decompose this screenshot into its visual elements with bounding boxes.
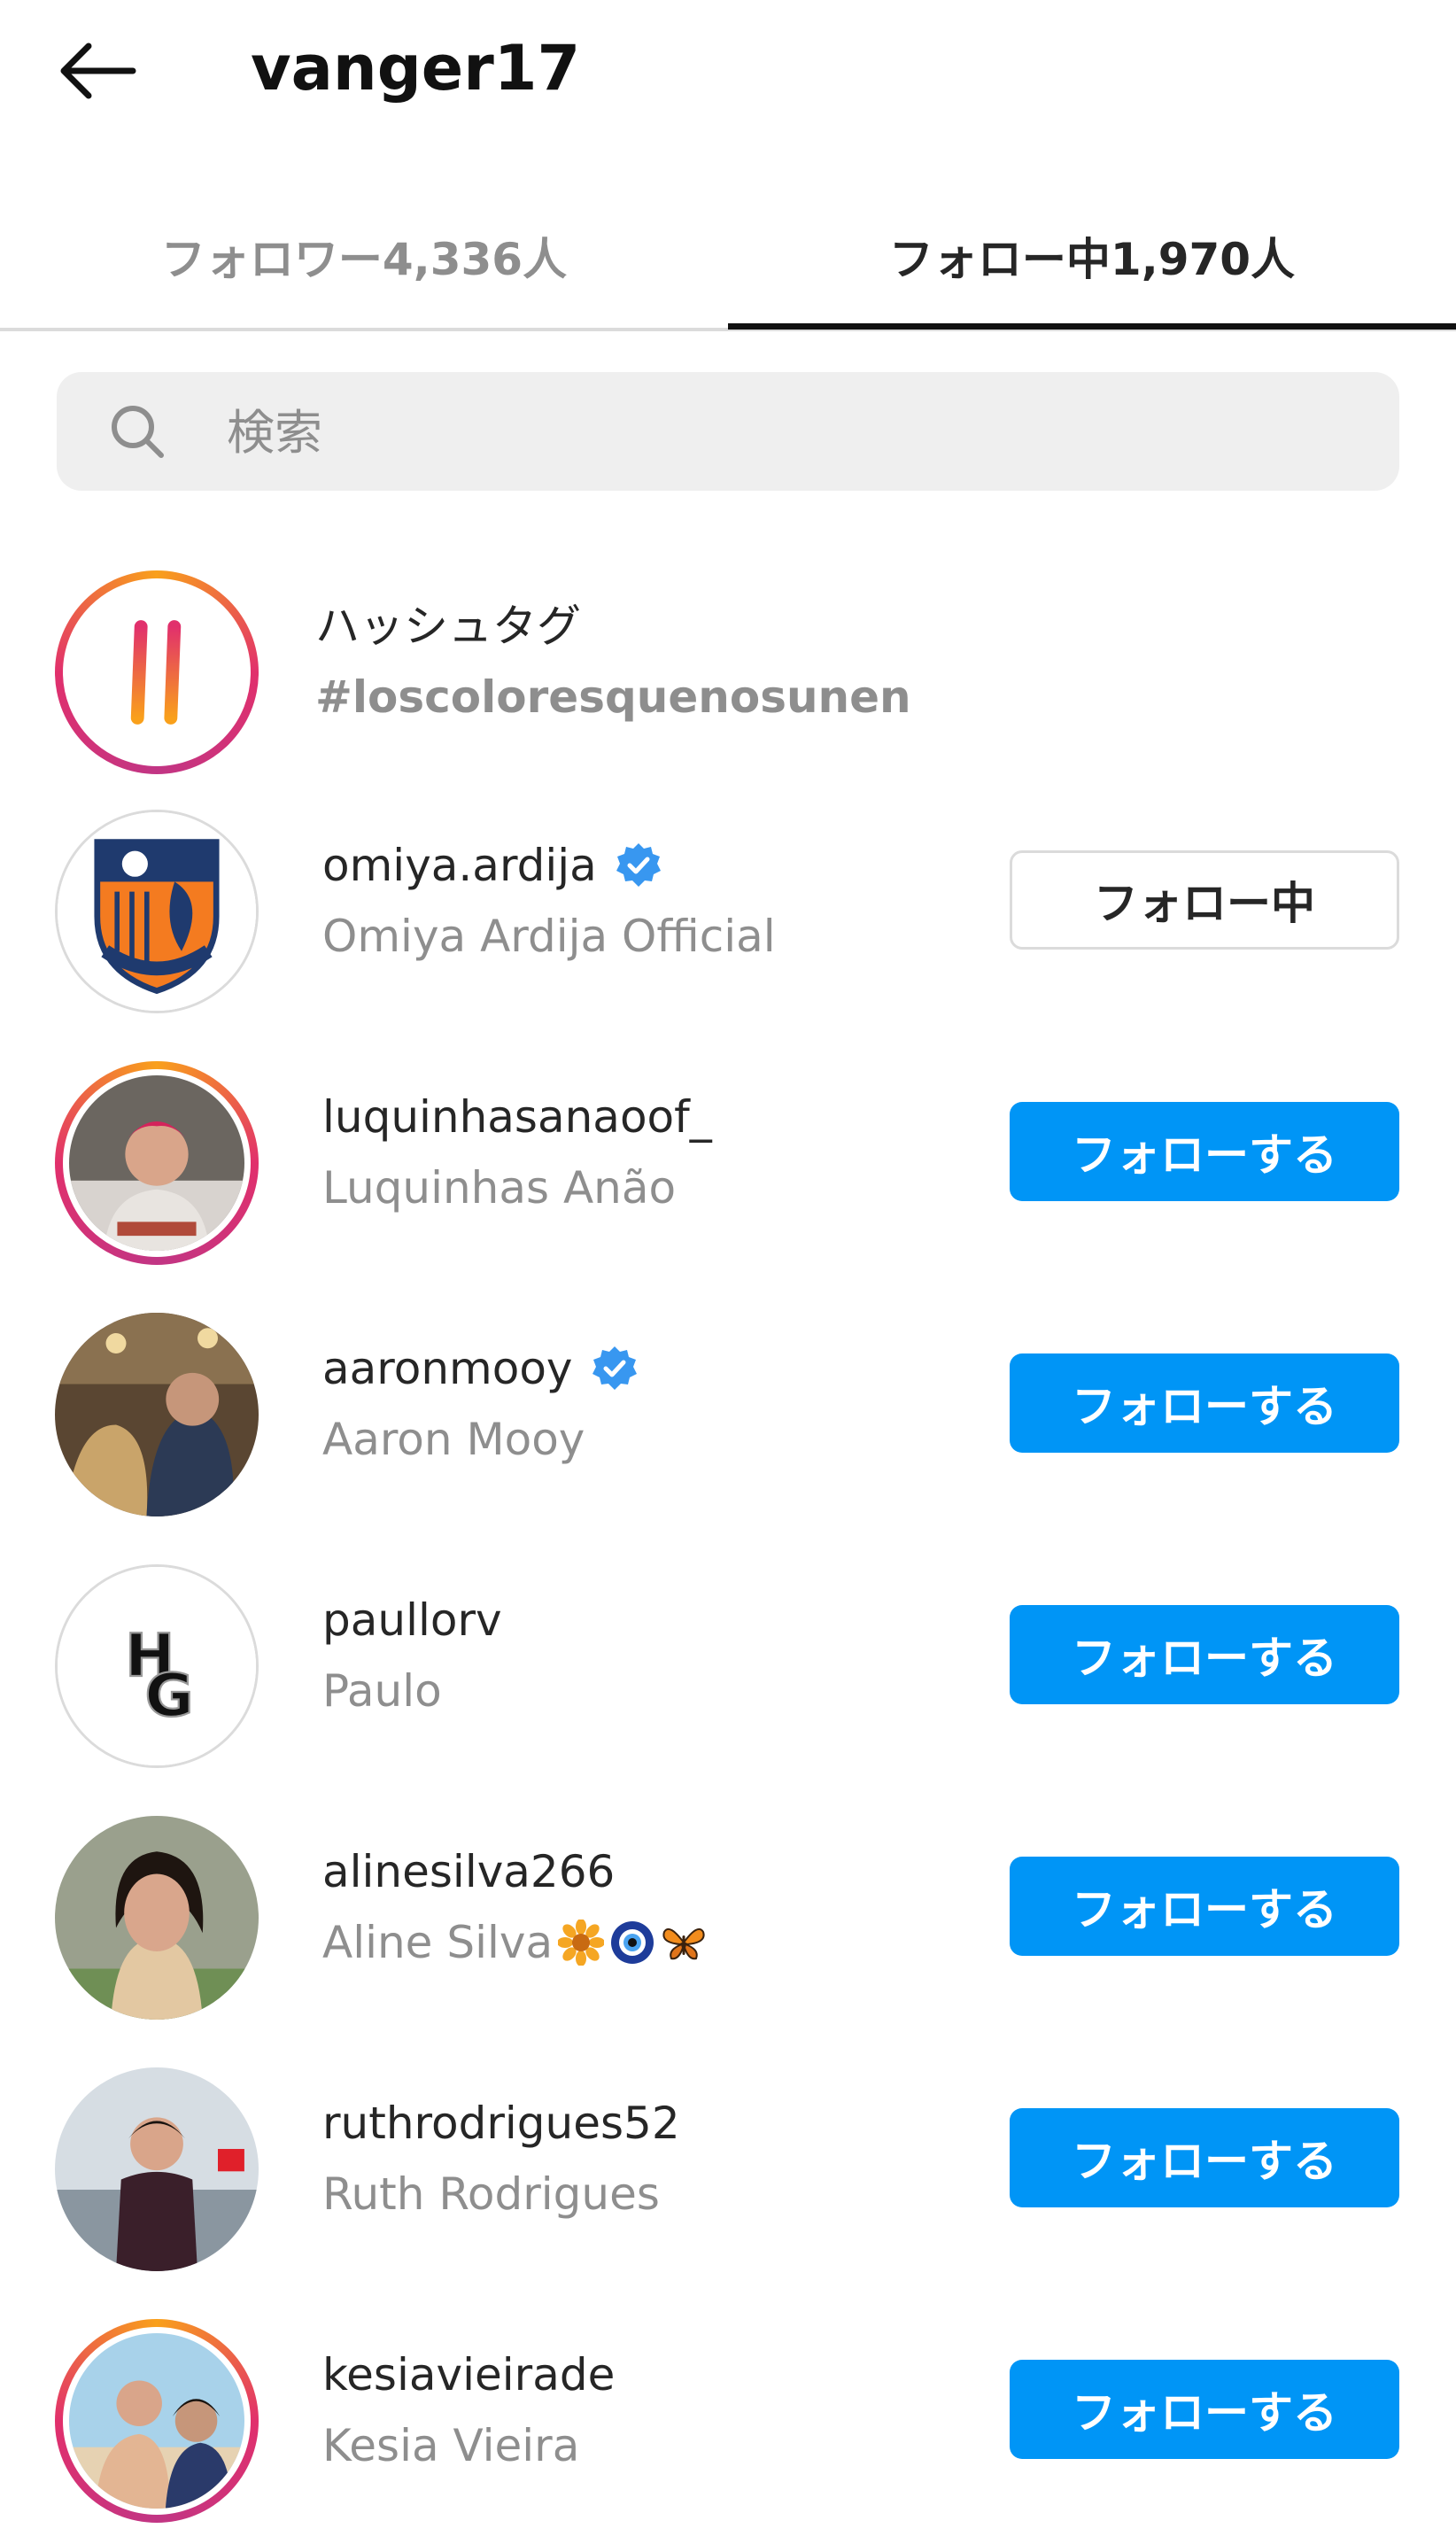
username-row: paullorv <box>322 1589 502 1651</box>
tab-followers[interactable]: フォロワー4,336人 <box>0 182 728 330</box>
follow-button[interactable]: フォローする <box>1010 1102 1399 1201</box>
hashtag-row[interactable]: ハッシュタグ #loscoloresquenosunen <box>0 544 1456 795</box>
full-name: Kesia Vieira <box>322 2420 580 2471</box>
avatar[interactable] <box>55 1816 259 2020</box>
full-name: Paulo <box>322 1665 442 1717</box>
search-icon <box>112 406 164 458</box>
username[interactable]: alinesilva266 <box>322 1841 615 1903</box>
verified-badge-icon <box>592 1346 637 1390</box>
top-bar: vanger17 <box>0 0 1456 142</box>
list-item[interactable]: ruthrodrigues52 Ruth Rodrigues フォローする <box>0 2041 1456 2292</box>
hashtag-icon <box>106 620 205 725</box>
avatar[interactable]: H G <box>55 1564 259 1768</box>
avatar[interactable] <box>55 1313 259 1516</box>
hashtag-avatar <box>55 570 259 774</box>
butterfly-icon <box>662 1928 705 1960</box>
full-name: Aaron Mooy <box>322 1414 585 1465</box>
arrow-left-icon <box>60 43 136 99</box>
follow-button[interactable]: フォローする <box>1010 1353 1399 1453</box>
profile-photo <box>55 2067 259 2271</box>
list-item[interactable]: kesiavieirade Kesia Vieira フォローする <box>0 2292 1456 2544</box>
page-title: vanger17 <box>251 32 581 105</box>
follow-button[interactable]: フォローする <box>1010 2360 1399 2459</box>
tab-bar: フォロワー4,336人 フォロー中1,970人 <box>0 182 1456 330</box>
club-logo <box>58 812 256 1011</box>
nazar-amulet-icon <box>611 1921 654 1964</box>
list-item[interactable]: luquinhasanaoof_ Luquinhas Anão フォローする <box>0 1035 1456 1286</box>
full-name-row: Aline Silva <box>322 1912 707 1974</box>
profile-photo <box>55 1313 259 1516</box>
username-row: luquinhasanaoof_ <box>322 1086 712 1148</box>
verified-badge-icon <box>616 843 661 887</box>
username-row: ruthrodrigues52 <box>322 2092 680 2154</box>
following-button[interactable]: フォロー中 <box>1010 850 1399 950</box>
username-row: kesiavieirade <box>322 2344 615 2406</box>
username[interactable]: kesiavieirade <box>322 2344 615 2406</box>
avatar[interactable] <box>55 2319 259 2523</box>
username-row: alinesilva266 <box>322 1841 615 1903</box>
profile-photo <box>69 2333 244 2509</box>
username[interactable]: ruthrodrigues52 <box>322 2092 680 2154</box>
svg-text:G: G <box>145 1661 194 1730</box>
full-name: Omiya Ardija Official <box>322 911 776 962</box>
username[interactable]: luquinhasanaoof_ <box>322 1086 712 1148</box>
full-name: Aline Silva <box>322 1917 554 1968</box>
profile-photo <box>55 1816 259 2020</box>
hashtag-title: ハッシュタグ <box>315 601 581 652</box>
back-button[interactable] <box>53 35 142 106</box>
username-row: aaronmooy <box>322 1338 639 1400</box>
follow-button[interactable]: フォローする <box>1010 1857 1399 1956</box>
tab-following[interactable]: フォロー中1,970人 <box>728 182 1456 330</box>
avatar[interactable] <box>55 2067 259 2271</box>
full-name: Luquinhas Anão <box>322 1162 677 1214</box>
active-tab-indicator <box>728 323 1456 330</box>
avatar[interactable] <box>55 1061 259 1265</box>
username[interactable]: omiya.ardija <box>322 834 597 896</box>
list-item[interactable]: aaronmooy Aaron Mooy フォローする <box>0 1286 1456 1538</box>
avatar[interactable] <box>55 810 259 1013</box>
search-bar[interactable] <box>57 372 1399 493</box>
username[interactable]: aaronmooy <box>322 1338 573 1400</box>
full-name: Ruth Rodrigues <box>322 2168 660 2220</box>
profile-photo <box>69 1075 244 1251</box>
follow-button[interactable]: フォローする <box>1010 1605 1399 1704</box>
username-row: omiya.ardija <box>322 834 662 896</box>
hashtag-name: #loscoloresquenosunen <box>315 671 911 723</box>
follow-button[interactable]: フォローする <box>1010 2108 1399 2207</box>
list-item[interactable]: omiya.ardija Omiya Ardija Official フォロー中 <box>0 783 1456 1035</box>
search-input[interactable] <box>225 372 1291 493</box>
sunflower-icon <box>558 1920 605 1966</box>
list-item[interactable]: alinesilva266 Aline Silva フォローする <box>0 1789 1456 2041</box>
list-item[interactable]: H G paullorv Paulo フォローする <box>0 1538 1456 1789</box>
hg-logo: H G <box>58 1567 256 1765</box>
username[interactable]: paullorv <box>322 1589 502 1651</box>
